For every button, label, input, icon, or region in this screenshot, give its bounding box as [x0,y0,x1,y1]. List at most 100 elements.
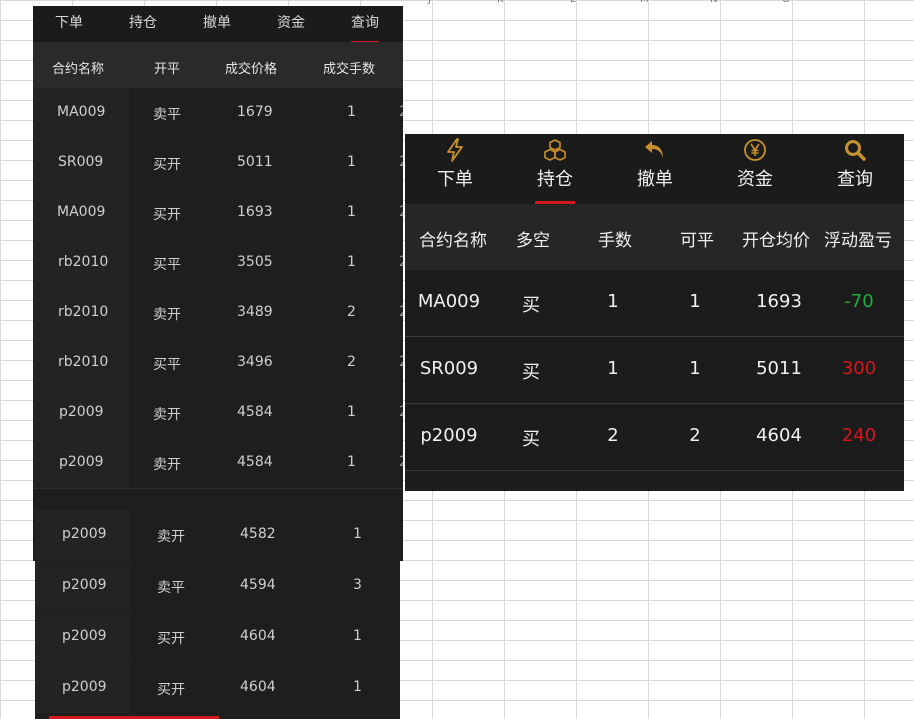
cell-contract: MA009 [417,291,481,312]
cell-contract: p2009 [62,679,107,695]
column-letter: M [640,0,649,5]
row-divider [405,470,904,471]
cell-price: 4584 [237,454,273,470]
cell-qty: 1 [347,204,356,220]
cell-truncated: 2 [399,404,403,420]
table-header: 合约名称 多空 手数 可平 开仓均价 浮动盈亏 [405,204,904,270]
positions-screen: 下单 持仓 撤单 资金 查询 合约名称 多空 手数 可平 开仓均价 浮动盈亏 M… [405,134,904,491]
cell-qty: 1 [353,526,362,542]
cell-price: 3496 [237,354,273,370]
cell-action: 买平 [153,357,181,373]
table-row[interactable]: p2009 卖平 4594 3 [35,561,400,611]
cell-qty: 1 [607,358,619,379]
column-letter: O [782,0,790,5]
cell-contract: rb2010 [58,254,109,270]
cell-qty: 1 [347,154,356,170]
table-header: 合约名称 开平 成交价格 成交手数 [33,42,403,88]
tab-funds[interactable]: 资金 [715,138,795,191]
cell-contract: SR009 [419,358,479,379]
table-row[interactable]: MA009 买开 1693 1 2 [33,188,403,238]
cell-qty: 1 [353,628,362,644]
cell-truncated: 2 [399,154,403,170]
cell-contract: p2009 [420,425,478,446]
cell-action: 卖开 [153,457,181,473]
cell-floating-pnl: -70 [844,291,874,312]
cell-qty: 1 [607,291,619,312]
cell-contract: SR009 [58,154,104,170]
table-row[interactable]: p2009 卖开 4584 1 2 [33,438,403,488]
cell-truncated: 2 [399,104,403,120]
header-contract: 合约名称 [52,62,105,77]
cell-contract: p2009 [62,577,107,593]
tab-label: 资金 [737,169,773,190]
column-letter: K [497,0,504,5]
header-price: 成交价格 [225,62,278,77]
cell-price: 1679 [237,104,273,120]
table-row[interactable]: rb2010 买平 3496 2 2 [33,338,403,388]
table-row[interactable]: rb2010 买平 3505 1 2 [33,238,403,288]
cell-qty: 1 [353,679,362,695]
header-closable: 可平 [680,231,714,251]
cell-truncated: 2 [399,304,403,320]
table-row[interactable]: SR009 买开 5011 1 2 [33,138,403,188]
tab-label: 下单 [437,169,473,190]
column-letter: L [570,0,576,5]
cell-closable: 1 [689,358,701,379]
position-row[interactable]: SR009 买 1 1 5011 300 [405,337,904,404]
header-floating-pnl: 浮动盈亏 [824,231,892,251]
cell-qty: 1 [347,454,356,470]
tab-label: 持仓 [537,169,573,190]
tab-positions[interactable]: 持仓 [515,138,595,204]
column-letter: N [710,0,717,5]
cell-action: 买开 [157,631,185,647]
table-row[interactable]: p2009 卖开 4584 1 2 [33,388,403,438]
cell-qty: 3 [353,577,362,593]
tab-query[interactable]: 查询 [351,12,379,44]
cell-action: 买平 [153,257,181,273]
header-contract: 合约名称 [419,231,487,251]
header-direction: 多空 [516,231,550,251]
cell-truncated: 2 [399,354,403,370]
yen-coin-icon [744,139,766,161]
header-open-close: 开平 [154,62,181,77]
position-row[interactable]: MA009 买 1 1 1693 -70 [405,270,904,337]
cell-price: 4604 [240,679,276,695]
table-row[interactable]: p2009 买开 4604 1 [35,663,400,713]
table-row[interactable]: rb2010 卖开 3489 2 2 [33,288,403,338]
tab-cancel[interactable]: 撤单 [615,138,695,191]
lightning-icon [447,138,463,162]
cell-closable: 2 [689,425,701,446]
cell-price: 4582 [240,526,276,542]
tab-order[interactable]: 下单 [415,138,495,191]
cell-qty: 1 [347,404,356,420]
table-row[interactable]: p2009 卖开 4582 1 [35,510,400,560]
position-row[interactable]: p2009 买 2 2 4604 240 [405,404,904,471]
cell-avg-price: 1693 [756,291,802,312]
cell-action: 买开 [153,207,181,223]
cell-closable: 1 [689,291,701,312]
cell-contract: p2009 [59,404,104,420]
cell-action: 卖平 [157,580,185,596]
cell-direction: 买 [522,429,540,450]
tab-cancel[interactable]: 撤单 [203,12,231,32]
cell-avg-price: 4604 [756,425,802,446]
tab-positions[interactable]: 持仓 [129,12,157,32]
cell-contract: rb2010 [58,304,109,320]
cell-avg-price: 5011 [756,358,802,379]
cell-contract: p2009 [59,454,104,470]
tab-funds[interactable]: 资金 [277,12,305,32]
tab-order[interactable]: 下单 [55,12,83,32]
trade-query-screen-continued: p2009 卖开 4582 1 p2009 卖平 4594 3 p2009 买开… [35,508,400,719]
cell-action: 卖开 [157,529,185,545]
table-row[interactable]: p2009 买开 4604 1 [35,612,400,662]
tab-bar: 下单 持仓 撤单 资金 查询 [33,6,403,44]
cell-direction: 买 [522,295,540,316]
tab-query[interactable]: 查询 [815,138,895,191]
cell-price: 4584 [237,404,273,420]
header-qty: 成交手数 [323,62,376,77]
cell-direction: 买 [522,362,540,383]
cell-contract: p2009 [62,628,107,644]
table-row[interactable]: MA009 卖平 1679 1 2 [33,88,403,138]
cell-price: 3505 [237,254,273,270]
cell-action: 卖平 [153,107,181,123]
